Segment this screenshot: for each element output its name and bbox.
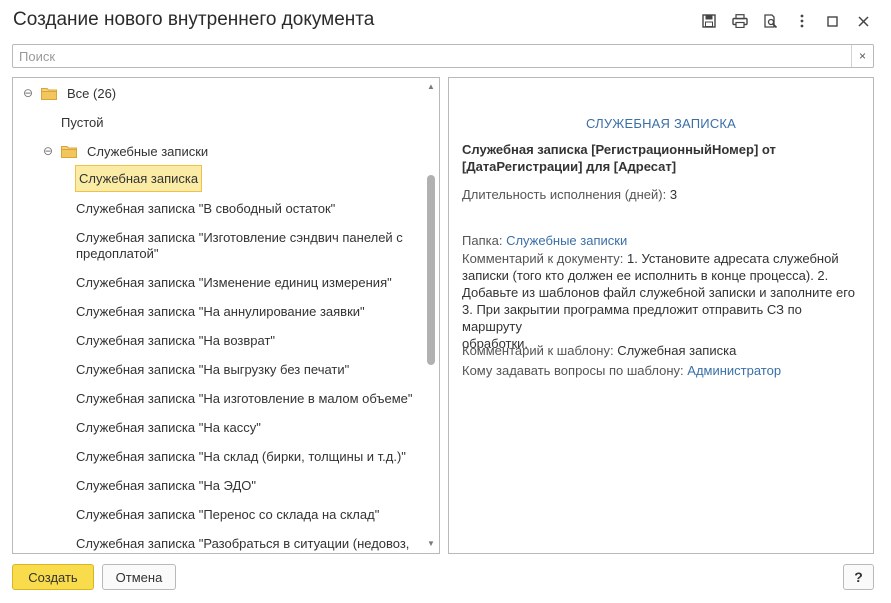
questions-label: Кому задавать вопросы по шаблону: (462, 363, 684, 378)
tree-item[interactable]: Служебная записка "На возврат" (76, 332, 275, 349)
search-input[interactable] (13, 45, 851, 67)
preview-folder: Папка: Служебные записки (462, 232, 862, 249)
doc-comment-label: Комментарий к документу: (462, 251, 624, 266)
scroll-down-icon[interactable]: ▼ (426, 539, 436, 549)
template-preview: СЛУЖЕБНАЯ ЗАПИСКА Служебная записка [Рег… (448, 77, 874, 554)
doc-comment-text: 3. При закрытии программа предложит отпр… (462, 302, 802, 334)
maximize-icon[interactable] (817, 10, 848, 32)
tree-item[interactable]: Служебная записка "Разобраться в ситуаци… (76, 535, 409, 552)
tree-root-row[interactable]: ⊖ Все (26) (23, 81, 116, 105)
tree-root-label: Все (26) (67, 85, 117, 101)
tree-item[interactable]: Служебная записка "На выгрузку без печат… (76, 361, 349, 378)
template-comment-value: Служебная записка (617, 343, 737, 358)
search-clear-button[interactable]: × (851, 45, 873, 67)
folder-icon (41, 87, 57, 100)
preview-header: СЛУЖЕБНАЯ ЗАПИСКА (585, 116, 737, 131)
tree-scrollbar[interactable]: ▲ ▼ (423, 78, 439, 553)
template-comment-label: Комментарий к шаблону: (462, 343, 614, 358)
preview-doc-comment: Комментарий к документу: 1. Установите а… (462, 250, 862, 352)
save-icon[interactable] (693, 10, 724, 32)
folder-label: Папка: (462, 233, 503, 248)
doc-comment-text: записки (того кто должен ее исполнить в … (462, 268, 829, 283)
duration-value: 3 (669, 187, 678, 202)
preview-template-comment: Комментарий к шаблону: Служебная записка (462, 342, 862, 359)
folder-link[interactable]: Служебные записки (506, 233, 627, 248)
preview-duration: Длительность исполнения (дней): 3 (462, 186, 862, 203)
folder-icon (61, 145, 77, 158)
collapse-icon[interactable]: ⊖ (23, 86, 37, 100)
doc-comment-text: Добавьте из шаблонов файл служебной запи… (462, 285, 855, 300)
search-box: × (12, 44, 874, 68)
duration-label: Длительность исполнения (дней): (462, 187, 667, 202)
print-preview-icon[interactable] (755, 10, 786, 32)
more-icon[interactable] (786, 10, 817, 32)
doc-comment-text: 1. Установите адресата служебной (626, 251, 839, 266)
preview-title: Служебная записка [РегистрационныйНомер]… (462, 141, 862, 175)
preview-questions: Кому задавать вопросы по шаблону: Админи… (462, 362, 862, 379)
tree-folder-row[interactable]: ⊖ Служебные записки (43, 139, 208, 163)
tree-folder-label: Служебные записки (87, 143, 209, 159)
preview-title-line: Служебная записка [РегистрационныйНомер]… (462, 142, 776, 157)
questions-link[interactable]: Администратор (687, 363, 781, 378)
tree-item[interactable]: Служебная записка "В свободный остаток" (76, 200, 335, 217)
title-bar-actions (693, 10, 879, 32)
print-icon[interactable] (724, 10, 755, 32)
collapse-icon[interactable]: ⊖ (43, 144, 57, 158)
preview-title-line: [ДатаРегистрации] для [Адресат] (462, 159, 677, 174)
tree-item-empty[interactable]: Пустой (61, 110, 104, 134)
create-button[interactable]: Создать (12, 564, 94, 590)
tree-item[interactable]: Служебная записка "Перенос со склада на … (76, 506, 379, 523)
help-button[interactable]: ? (843, 564, 874, 590)
tree-item[interactable]: Служебная записка "На склад (бирки, толщ… (76, 448, 406, 465)
scroll-thumb[interactable] (427, 175, 435, 365)
template-tree: ⊖ Все (26) Пустой ⊖ Служебные записки Сл… (12, 77, 440, 554)
tree-item-label: Пустой (61, 114, 104, 130)
cancel-button[interactable]: Отмена (102, 564, 176, 590)
tree-item[interactable]: Служебная записка "Изменение единиц изме… (76, 274, 392, 291)
tree-item[interactable]: Служебная записка "На ЭДО" (76, 477, 256, 494)
tree-item[interactable]: Служебная записка "На кассу" (76, 419, 261, 436)
tree-item-continuation[interactable]: предоплатой" (76, 245, 159, 262)
window-title: Создание нового внутреннего документа (13, 9, 375, 30)
tree-item[interactable]: Служебная записка "На аннулирование заяв… (76, 303, 365, 320)
close-icon[interactable] (848, 10, 879, 32)
tree-item[interactable]: Служебная записка "На изготовление в мал… (76, 390, 413, 407)
scroll-up-icon[interactable]: ▲ (426, 82, 436, 92)
title-bar: Создание нового внутреннего документа (0, 0, 891, 40)
tree-item[interactable]: Служебная записка "Изготовление сэндвич … (76, 229, 403, 246)
tree-item-selected[interactable]: Служебная записка (75, 165, 203, 192)
